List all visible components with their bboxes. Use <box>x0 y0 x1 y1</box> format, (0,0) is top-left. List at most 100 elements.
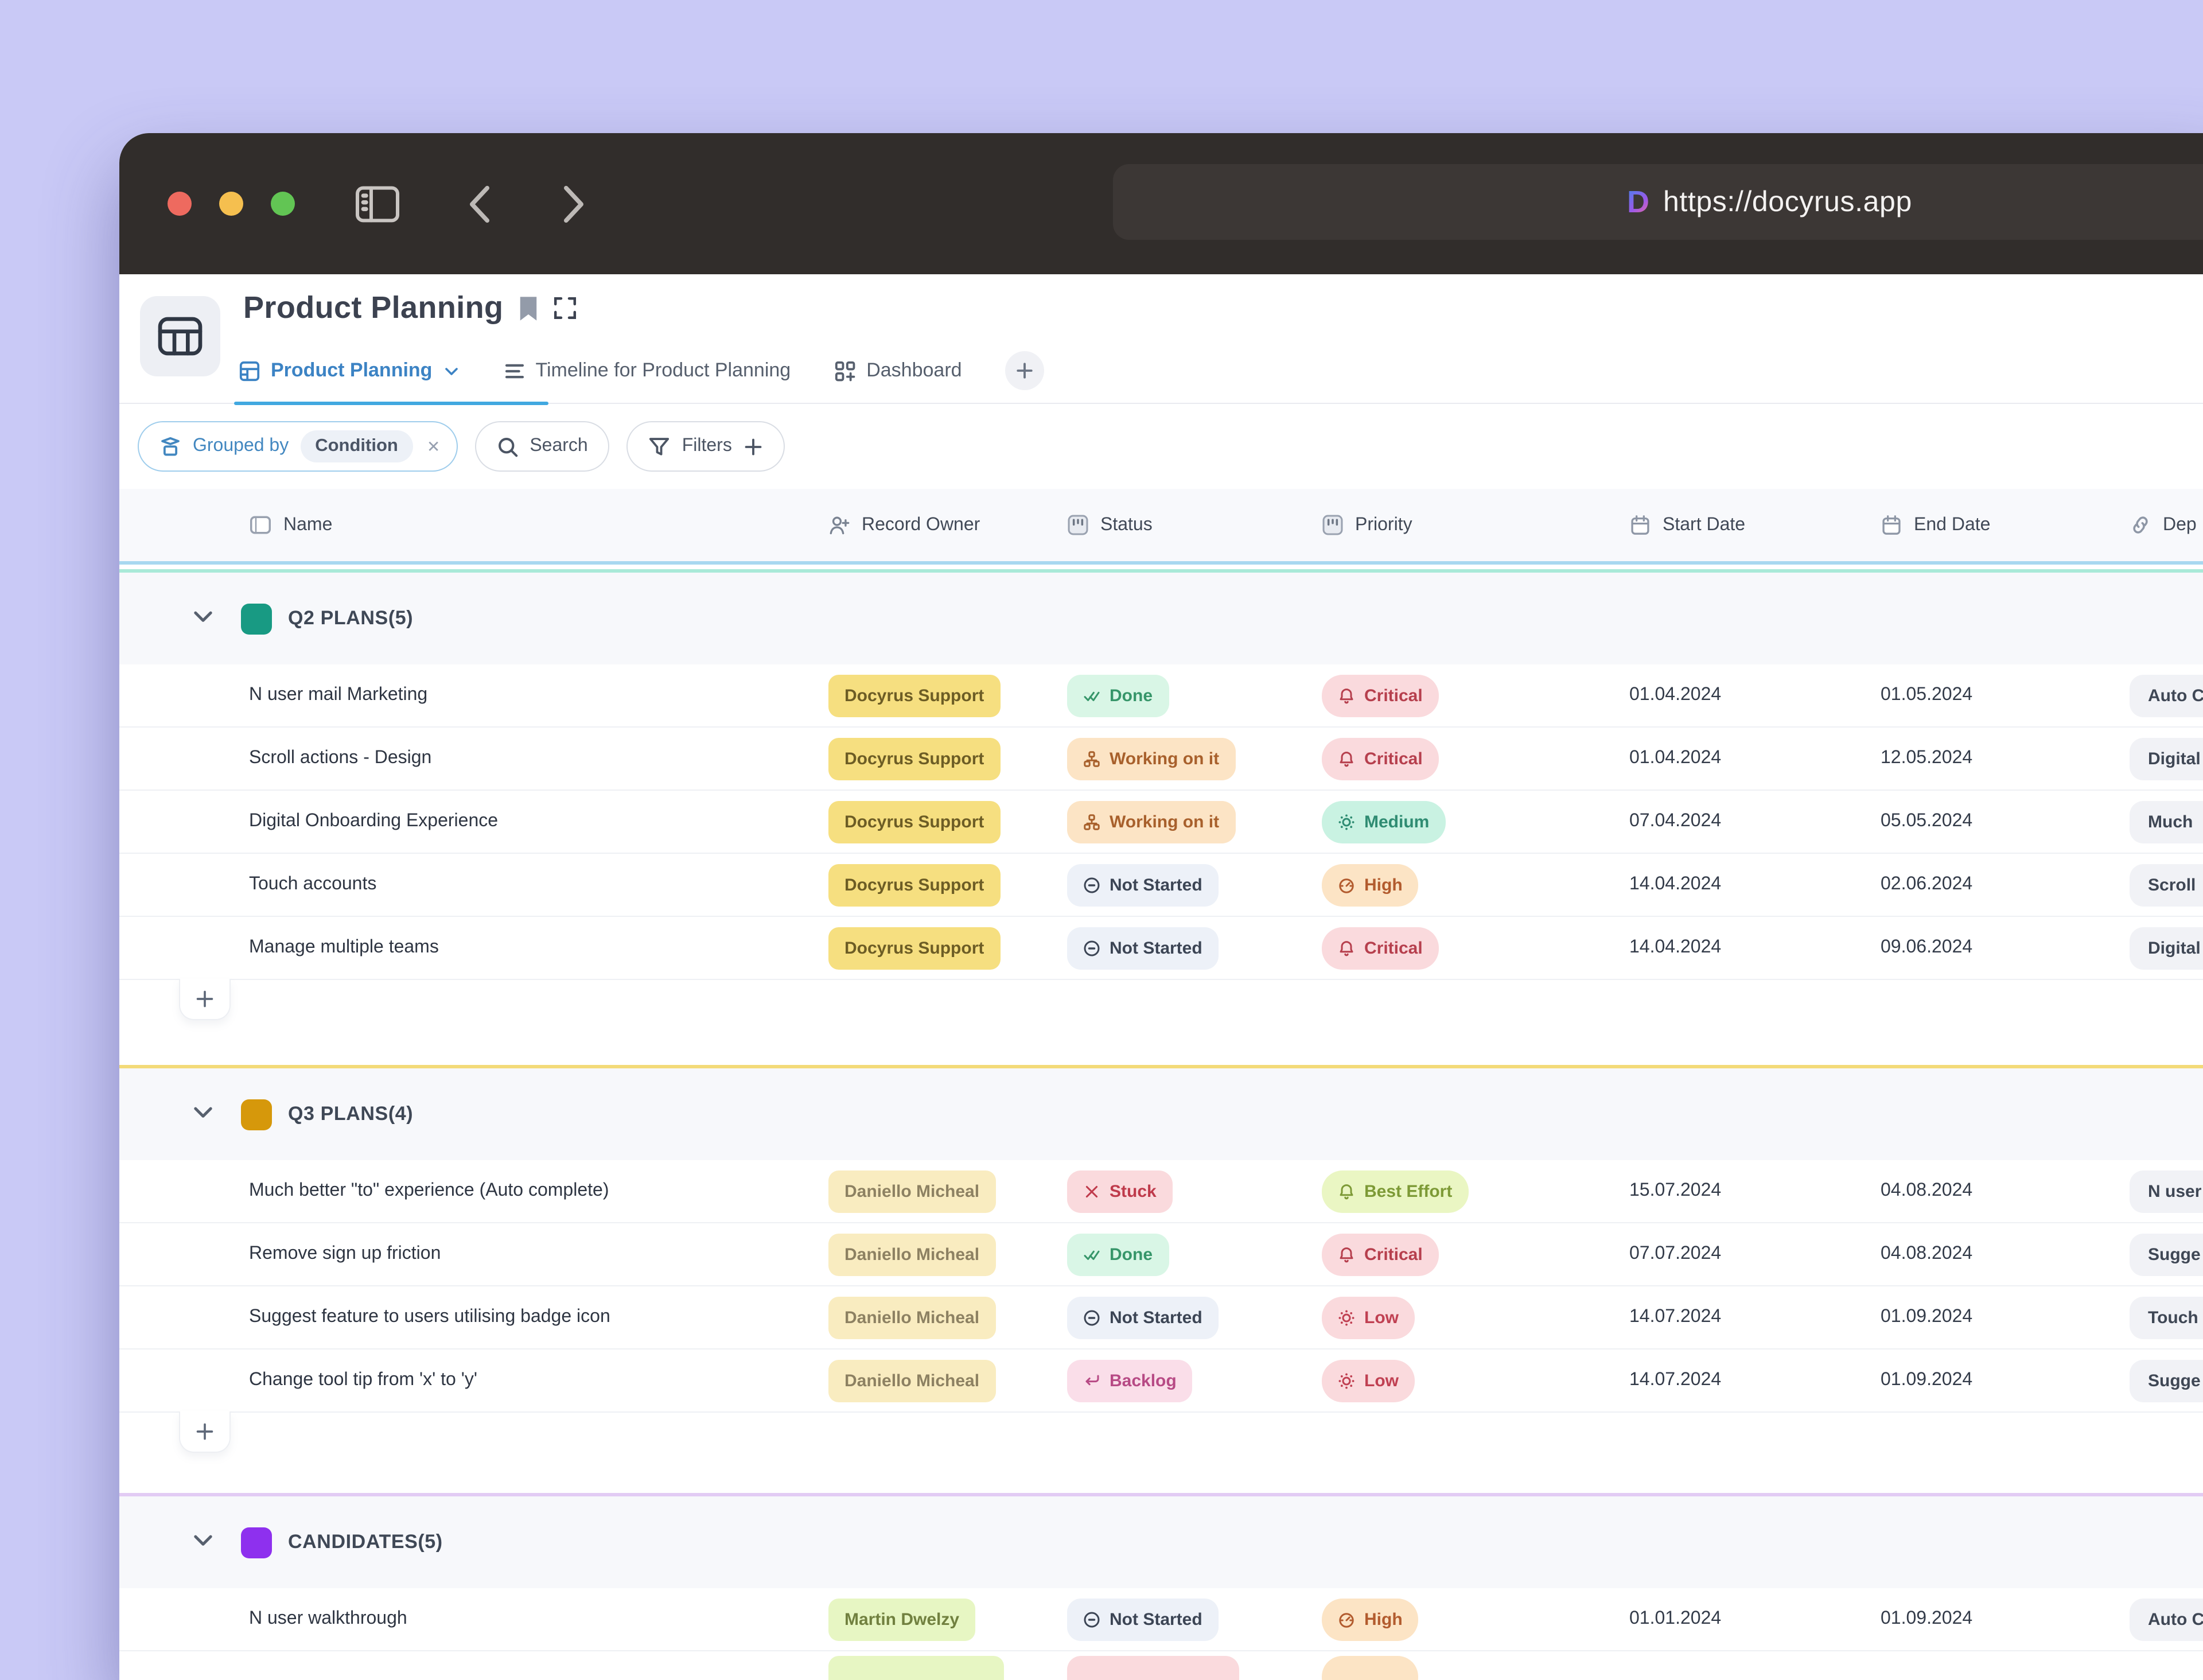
priority-cell[interactable]: Low <box>1322 1296 1629 1339</box>
priority-cell[interactable]: Critical <box>1322 674 1629 717</box>
dependency-badge[interactable]: Sugge <box>2130 1233 2203 1275</box>
owner-badge[interactable]: Daniello Micheal <box>828 1170 996 1212</box>
table-row[interactable]: Much better "to" experience (Auto comple… <box>119 1160 2203 1223</box>
priority-cell[interactable] <box>1322 1651 1629 1680</box>
priority-badge[interactable] <box>1322 1656 1418 1680</box>
owner-badge[interactable]: Docyrus Support <box>828 927 1001 969</box>
record-owner-cell[interactable]: Daniello Micheal <box>828 1233 1067 1275</box>
record-owner-cell[interactable]: Daniello Micheal <box>828 1170 1067 1212</box>
record-owner-cell[interactable]: Docyrus Support <box>828 864 1067 906</box>
grouped-by-chip[interactable]: Grouped by Condition ✕ <box>138 421 458 472</box>
priority-badge[interactable]: Medium <box>1322 800 1446 843</box>
dependency-badge[interactable]: Auto C <box>2130 674 2203 717</box>
status-cell[interactable]: Stuck <box>1067 1170 1322 1212</box>
status-cell[interactable]: Working on it <box>1067 737 1322 780</box>
status-cell[interactable]: Not Started <box>1067 864 1322 906</box>
end-date-cell[interactable]: 02.06.2024 <box>1881 874 2130 895</box>
dependency-cell[interactable]: Sugge <box>2130 1359 2203 1402</box>
owner-badge[interactable]: Daniello Micheal <box>828 1359 996 1402</box>
priority-badge[interactable]: Critical <box>1322 927 1439 969</box>
owner-badge[interactable]: Docyrus Support <box>828 800 1001 843</box>
table-row[interactable]: N user walkthrough Martin Dwelzy Not Start… <box>119 1588 2203 1651</box>
add-row-button[interactable] <box>179 1411 231 1453</box>
address-bar[interactable]: D https://docyrus.app <box>1113 164 2203 240</box>
column-header-status[interactable]: Status <box>1067 514 1322 536</box>
sidebar-toggle-icon[interactable] <box>355 184 400 223</box>
start-date-cell[interactable]: 01.04.2024 <box>1629 748 1881 769</box>
chevron-down-icon[interactable] <box>190 1527 216 1558</box>
task-name[interactable]: Manage multiple teams <box>119 938 828 958</box>
start-date-cell[interactable]: 07.07.2024 <box>1629 1244 1881 1265</box>
table-row[interactable]: Digital Onboarding Experience Docyrus Sup… <box>119 791 2203 854</box>
priority-badge[interactable]: Critical <box>1322 1233 1439 1275</box>
dependency-badge[interactable]: Digital <box>2130 737 2203 780</box>
status-cell[interactable] <box>1067 1651 1322 1680</box>
close-button[interactable] <box>168 192 192 216</box>
priority-badge[interactable]: Critical <box>1322 737 1439 780</box>
owner-badge[interactable]: Docyrus Support <box>828 737 1001 780</box>
status-cell[interactable]: Not Started <box>1067 927 1322 969</box>
status-badge[interactable]: Not Started <box>1067 1598 1219 1640</box>
filters-button[interactable]: Filters <box>626 421 785 472</box>
dependency-cell[interactable]: Auto C <box>2130 674 2203 717</box>
priority-cell[interactable]: Best Effort <box>1322 1170 1629 1212</box>
task-name[interactable]: Remove sign up friction <box>119 1244 828 1265</box>
record-owner-cell[interactable]: Docyrus Support <box>828 737 1067 780</box>
owner-badge[interactable]: Docyrus Support <box>828 674 1001 717</box>
dependency-cell[interactable]: Sugge <box>2130 1233 2203 1275</box>
task-name[interactable]: Change tool tip from 'x' to 'y' <box>119 1370 828 1391</box>
column-header-dependency[interactable]: Dep <box>2130 514 2203 536</box>
priority-cell[interactable]: Critical <box>1322 737 1629 780</box>
record-owner-cell[interactable]: Daniello Micheal <box>828 1296 1067 1339</box>
end-date-cell[interactable]: 04.08.2024 <box>1881 1181 2130 1201</box>
dependency-badge[interactable]: Much <box>2130 800 2203 843</box>
status-badge[interactable]: Stuck <box>1067 1170 1173 1212</box>
minimize-button[interactable] <box>219 192 243 216</box>
priority-badge[interactable]: Low <box>1322 1296 1415 1339</box>
column-header-name[interactable]: Name <box>119 514 828 536</box>
column-header-record-owner[interactable]: Record Owner <box>828 514 1067 536</box>
end-date-cell[interactable]: 12.05.2024 <box>1881 748 2130 769</box>
priority-badge[interactable]: Best Effort <box>1322 1170 1469 1212</box>
table-row[interactable]: Suggest feature to users utilising badge… <box>119 1286 2203 1350</box>
priority-cell[interactable]: High <box>1322 864 1629 906</box>
record-owner-cell[interactable] <box>828 1651 1067 1680</box>
record-owner-cell[interactable]: Daniello Micheal <box>828 1359 1067 1402</box>
record-owner-cell[interactable]: Docyrus Support <box>828 674 1067 717</box>
record-owner-cell[interactable]: Docyrus Support <box>828 800 1067 843</box>
owner-badge[interactable] <box>828 1656 1004 1680</box>
end-date-cell[interactable]: 09.06.2024 <box>1881 938 2130 958</box>
tab-dashboard[interactable]: Dashboard <box>834 359 962 382</box>
start-date-cell[interactable]: 14.04.2024 <box>1629 874 1881 895</box>
dependency-cell[interactable]: Much <box>2130 800 2203 843</box>
status-cell[interactable]: Not Started <box>1067 1598 1322 1640</box>
task-name[interactable]: Digital Onboarding Experience <box>119 811 828 832</box>
search-button[interactable]: Search <box>474 421 610 472</box>
dependency-badge[interactable]: N user <box>2130 1170 2203 1212</box>
grouped-by-value[interactable]: Condition <box>300 430 413 462</box>
bookmark-icon[interactable] <box>517 294 539 322</box>
column-header-start-date[interactable]: Start Date <box>1629 514 1881 536</box>
priority-cell[interactable]: Critical <box>1322 1233 1629 1275</box>
status-badge[interactable]: Done <box>1067 1233 1169 1275</box>
status-badge[interactable] <box>1067 1656 1239 1680</box>
dependency-badge[interactable]: Sugge <box>2130 1359 2203 1402</box>
remove-grouping-icon[interactable]: ✕ <box>427 437 440 456</box>
priority-badge[interactable]: Low <box>1322 1359 1415 1402</box>
task-name[interactable]: Touch accounts <box>119 874 828 895</box>
start-date-cell[interactable]: 07.04.2024 <box>1629 811 1881 832</box>
table-row[interactable]: Touch accounts Docyrus Support Not Started… <box>119 854 2203 917</box>
start-date-cell[interactable]: 14.07.2024 <box>1629 1307 1881 1328</box>
chevron-down-icon[interactable] <box>190 1099 216 1130</box>
table-row[interactable]: N user mail Marketing Docyrus Support Done… <box>119 664 2203 728</box>
task-name[interactable]: N user walkthrough <box>119 1609 828 1630</box>
dependency-badge[interactable]: Digital <box>2130 927 2203 969</box>
task-name[interactable]: Suggest feature to users utilising badge… <box>119 1307 828 1328</box>
table-row[interactable]: Change tool tip from 'x' to 'y' Daniello … <box>119 1350 2203 1413</box>
status-badge[interactable]: Working on it <box>1067 737 1236 780</box>
add-row-button[interactable] <box>179 979 231 1020</box>
status-badge[interactable]: Done <box>1067 674 1169 717</box>
status-badge[interactable]: Working on it <box>1067 800 1236 843</box>
column-header-priority[interactable]: Priority <box>1322 514 1629 536</box>
start-date-cell[interactable]: 14.07.2024 <box>1629 1370 1881 1391</box>
